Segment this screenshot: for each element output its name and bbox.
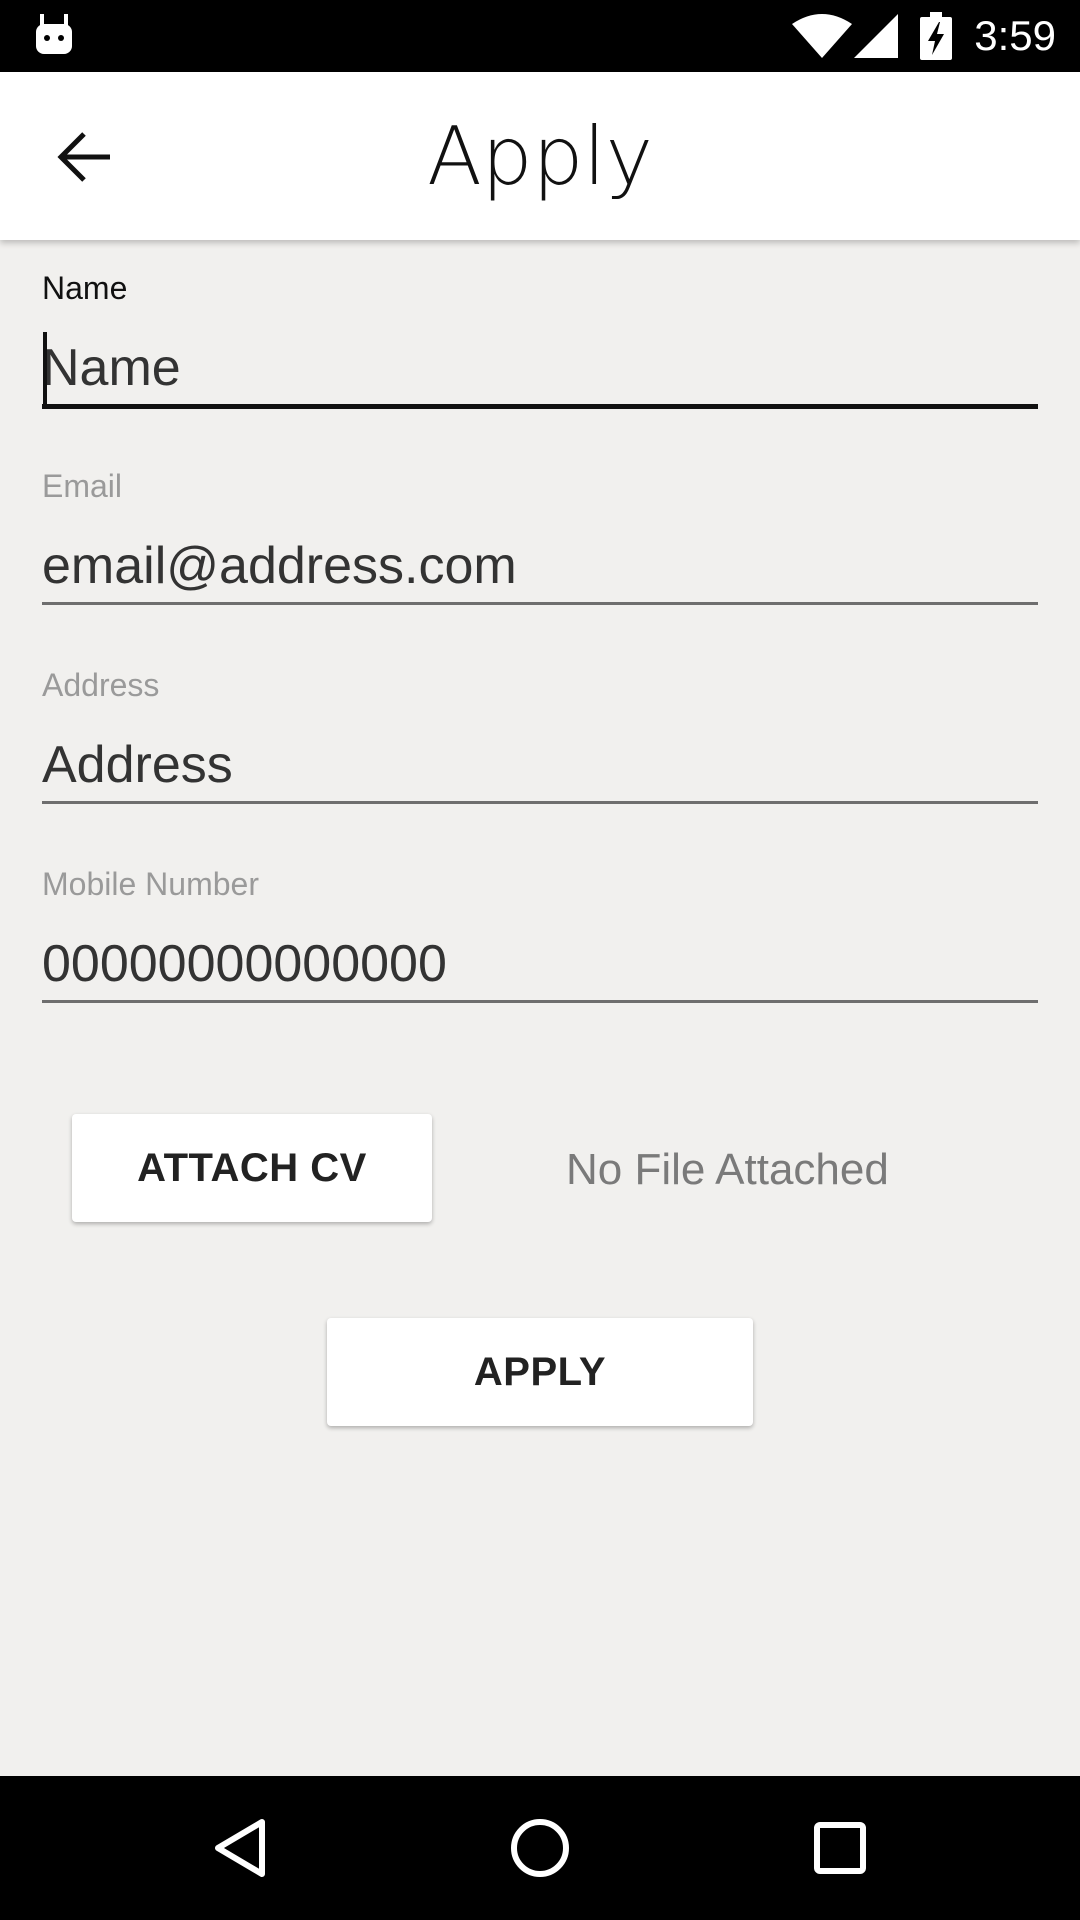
status-clock: 3:59 — [974, 12, 1056, 59]
apply-button[interactable]: APPLY — [327, 1318, 753, 1426]
battery-charging-icon — [920, 12, 952, 60]
address-label: Address — [42, 667, 160, 703]
name-label: Name — [42, 270, 128, 306]
mobile-number-input[interactable] — [42, 928, 1038, 1003]
nav-back-icon — [215, 1819, 265, 1877]
nav-recents-button[interactable] — [790, 1798, 890, 1898]
email-field-group: Email — [42, 468, 1038, 618]
attachment-status-text: No File Attached — [566, 1145, 889, 1194]
mobile-field-group: Mobile Number — [42, 866, 1038, 1016]
name-input[interactable] — [42, 332, 1038, 409]
text-cursor — [43, 332, 47, 404]
android-icon — [36, 14, 72, 54]
nav-recents-icon — [814, 1822, 866, 1874]
app-bar: Apply — [0, 72, 1080, 240]
page-title: Apply — [0, 112, 1080, 202]
mobile-number-label: Mobile Number — [42, 866, 259, 902]
attach-cv-button[interactable]: ATTACH CV — [72, 1114, 432, 1222]
nav-home-icon — [511, 1819, 569, 1877]
status-bar: 3:59 — [0, 0, 1080, 72]
address-field-group: Address — [42, 667, 1038, 817]
page-title-text: Apply — [427, 110, 653, 203]
email-label: Email — [42, 468, 123, 504]
navigation-bar — [0, 1776, 1080, 1920]
wifi-icon — [792, 14, 852, 58]
nav-back-button[interactable] — [190, 1798, 290, 1898]
address-input[interactable] — [42, 729, 1038, 804]
apply-screen: 3:59 Apply Name Email Address Mobile Num… — [0, 0, 1080, 1920]
name-field-group: Name — [42, 270, 1038, 420]
cell-signal-icon — [854, 14, 898, 58]
nav-home-button[interactable] — [490, 1798, 590, 1898]
email-input[interactable] — [42, 530, 1038, 605]
